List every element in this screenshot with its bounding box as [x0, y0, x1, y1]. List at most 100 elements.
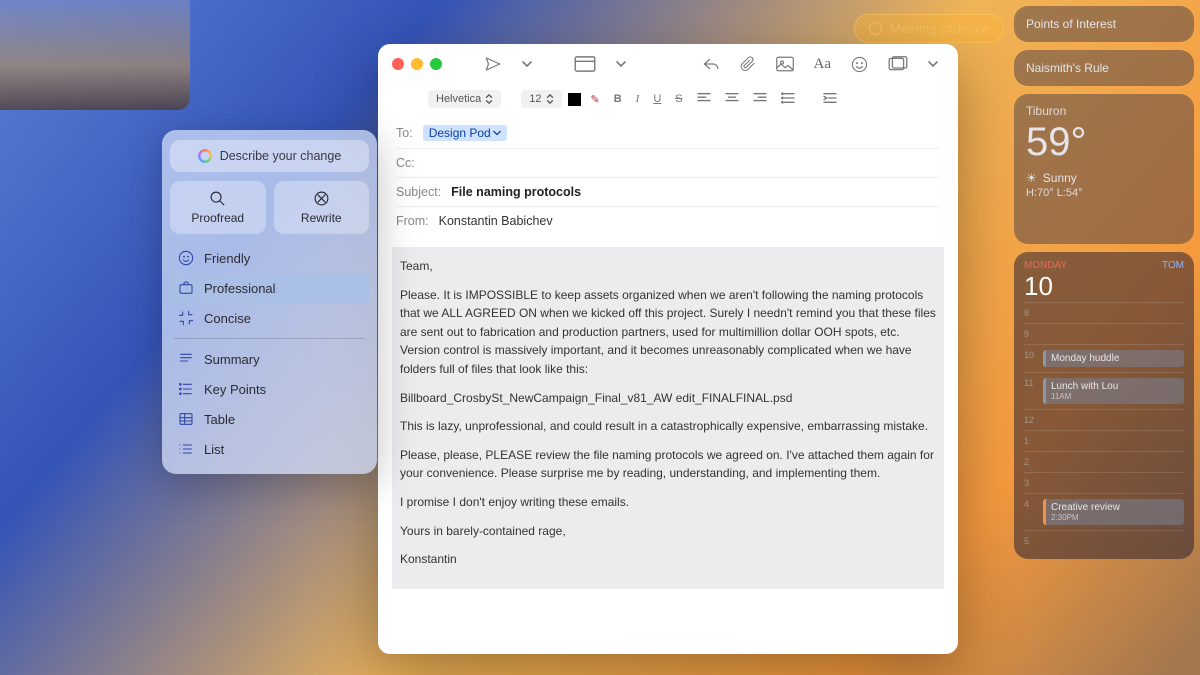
strike-button[interactable]: S	[671, 91, 686, 107]
cal-event[interactable]: Creative review 2:30PM	[1043, 499, 1184, 525]
list-button[interactable]	[777, 90, 799, 109]
list-icon	[178, 441, 194, 457]
describe-label: Describe your change	[220, 149, 342, 163]
indent-right-icon[interactable]	[819, 90, 841, 109]
indent-menu[interactable]	[847, 95, 855, 103]
align-center-icon[interactable]	[721, 90, 743, 109]
reply-icon[interactable]	[696, 52, 726, 76]
cal-event-sub: 2:30PM	[1051, 513, 1179, 522]
calendar-dow: MONDAY	[1024, 260, 1067, 271]
writing-tools-panel: Describe your change Proofread Rewrite F…	[162, 130, 377, 474]
weather-cond-text: Sunny	[1043, 171, 1077, 185]
separator	[174, 338, 365, 339]
subject-row[interactable]: Subject: File naming protocols	[396, 178, 940, 207]
proofread-button[interactable]: Proofread	[170, 181, 266, 234]
to-row[interactable]: To: Design Pod	[396, 118, 940, 149]
to-label: To:	[396, 126, 413, 140]
cal-event-title: Monday huddle	[1051, 353, 1179, 364]
from-label: From:	[396, 214, 429, 228]
font-size-select[interactable]: 12	[521, 90, 561, 108]
describe-change-button[interactable]: Describe your change	[170, 140, 369, 172]
body-p: Please. It is IMPOSSIBLE to keep assets …	[400, 286, 936, 379]
format-label: Table	[204, 412, 235, 427]
cc-label: Cc:	[396, 156, 415, 170]
format-label: Summary	[204, 352, 260, 367]
tone-label: Concise	[204, 311, 251, 326]
briefcase-icon	[178, 280, 194, 296]
tone-list: Friendly Professional Concise	[170, 243, 369, 333]
align-left-icon[interactable]	[693, 90, 715, 109]
font-stepper-icon[interactable]	[507, 94, 515, 104]
calendar-widget[interactable]: MONDAY TOM 10 8 9 10 Monday huddle 11 Lu…	[1014, 252, 1194, 559]
poi-label: Points of Interest	[1026, 17, 1116, 31]
close-button[interactable]	[392, 58, 404, 70]
weather-condition: ☀︎ Sunny	[1026, 171, 1182, 185]
format-toolbar: Helvetica 12 ✎ B I U S	[378, 84, 958, 114]
format-keypoints[interactable]: Key Points	[170, 374, 369, 404]
minimize-button[interactable]	[411, 58, 423, 70]
italic-button[interactable]: I	[632, 91, 644, 107]
body-p: Konstantin	[400, 550, 936, 569]
text-color-swatch[interactable]	[568, 93, 581, 106]
recipient-token[interactable]: Design Pod	[423, 125, 507, 141]
sun-icon: ☀︎	[1026, 171, 1037, 185]
format-table[interactable]: Table	[170, 404, 369, 434]
format-label: Key Points	[204, 382, 266, 397]
tone-professional[interactable]: Professional	[170, 273, 369, 303]
header-menu[interactable]	[610, 55, 632, 73]
rewrite-button[interactable]: Rewrite	[274, 181, 370, 234]
weather-range: H:70° L:54°	[1026, 187, 1182, 199]
widgets-column: Points of Interest Naismith's Rule Tibur…	[1014, 6, 1194, 559]
attach-button[interactable]	[734, 51, 762, 77]
send-menu[interactable]	[516, 55, 538, 73]
font-family-select[interactable]: Helvetica	[428, 90, 501, 108]
weather-widget[interactable]: Tiburon 59° ☀︎ Sunny H:70° L:54°	[1014, 94, 1194, 244]
emoji-button[interactable]	[845, 52, 874, 77]
body-p: Billboard_CrosbySt_NewCampaign_Final_v81…	[400, 389, 936, 408]
keypoints-icon	[178, 381, 194, 397]
body-p: This is lazy, unprofessional, and could …	[400, 417, 936, 436]
naismith-label: Naismith's Rule	[1026, 61, 1109, 75]
header-fields-button[interactable]	[568, 52, 602, 76]
from-value: Konstantin Babichev	[439, 214, 553, 228]
rewrite-label: Rewrite	[301, 211, 342, 225]
tone-friendly[interactable]: Friendly	[170, 243, 369, 273]
underline-button[interactable]: U	[649, 91, 665, 107]
poi-widget[interactable]: Points of Interest	[1014, 6, 1194, 42]
cal-event[interactable]: Lunch with Lou 11AM	[1043, 378, 1184, 404]
cal-event-sub: 11AM	[1051, 392, 1179, 401]
naismith-widget[interactable]: Naismith's Rule	[1014, 50, 1194, 86]
align-right-icon[interactable]	[749, 90, 771, 109]
clear-format-icon[interactable]: ✎	[587, 91, 604, 108]
format-button[interactable]: Aa	[808, 52, 838, 77]
format-list-item[interactable]: List	[170, 434, 369, 464]
tone-concise[interactable]: Concise	[170, 303, 369, 333]
font-family-value: Helvetica	[436, 93, 481, 105]
cal-event[interactable]: Monday huddle	[1043, 350, 1184, 367]
format-summary[interactable]: Summary	[170, 344, 369, 374]
bold-button[interactable]: B	[610, 91, 626, 107]
magnify-icon	[209, 190, 226, 207]
weather-temp: 59°	[1026, 120, 1182, 165]
cal-event-title: Lunch with Lou	[1051, 381, 1179, 392]
apple-intelligence-icon	[198, 149, 212, 163]
weather-location: Tiburon	[1026, 104, 1182, 118]
chevron-down-icon	[493, 129, 501, 137]
format-label: List	[204, 442, 224, 457]
media-browser-button[interactable]	[882, 52, 914, 76]
meeting-cadence-pill[interactable]: Meeting cadence	[854, 14, 1004, 43]
mail-body[interactable]: Team, Please. It is IMPOSSIBLE to keep a…	[392, 247, 944, 589]
format-list: Summary Key Points Table List	[170, 344, 369, 464]
media-menu[interactable]	[922, 55, 944, 73]
rewrite-icon	[313, 190, 330, 207]
meeting-pill-label: Meeting cadence	[890, 21, 989, 36]
zoom-button[interactable]	[430, 58, 442, 70]
send-button[interactable]	[478, 51, 508, 77]
font-size-value: 12	[529, 93, 541, 105]
from-row[interactable]: From: Konstantin Babichev	[396, 207, 940, 235]
list-menu[interactable]	[805, 95, 813, 103]
cc-row[interactable]: Cc:	[396, 149, 940, 178]
window-controls	[392, 58, 442, 70]
body-p: I promise I don't enjoy writing these em…	[400, 493, 936, 512]
photo-button[interactable]	[770, 52, 800, 76]
